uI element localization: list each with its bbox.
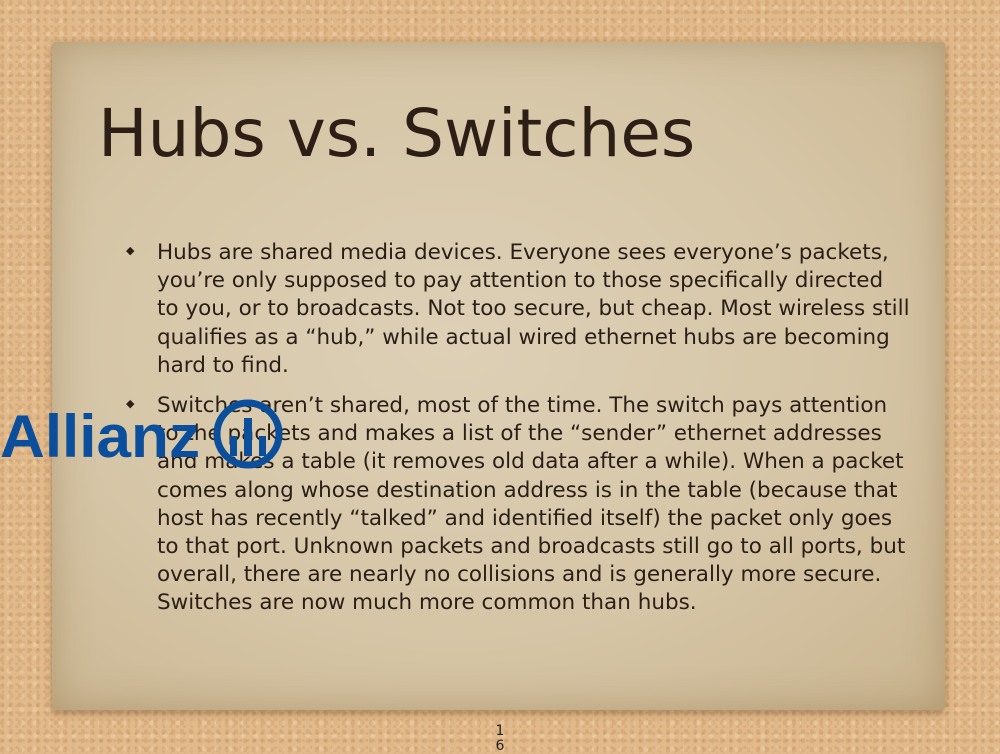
bullet-text: Hubs are shared media devices. Everyone …	[157, 240, 910, 378]
bullet-item: ◆ Hubs are shared media devices. Everyon…	[120, 239, 910, 380]
allianz-logo-wordmark: Allianz	[0, 403, 200, 470]
allianz-logo: Allianz	[0, 399, 283, 470]
slide-title: Hubs vs. Switches	[98, 95, 696, 172]
bullet-icon: ◆	[126, 244, 135, 257]
